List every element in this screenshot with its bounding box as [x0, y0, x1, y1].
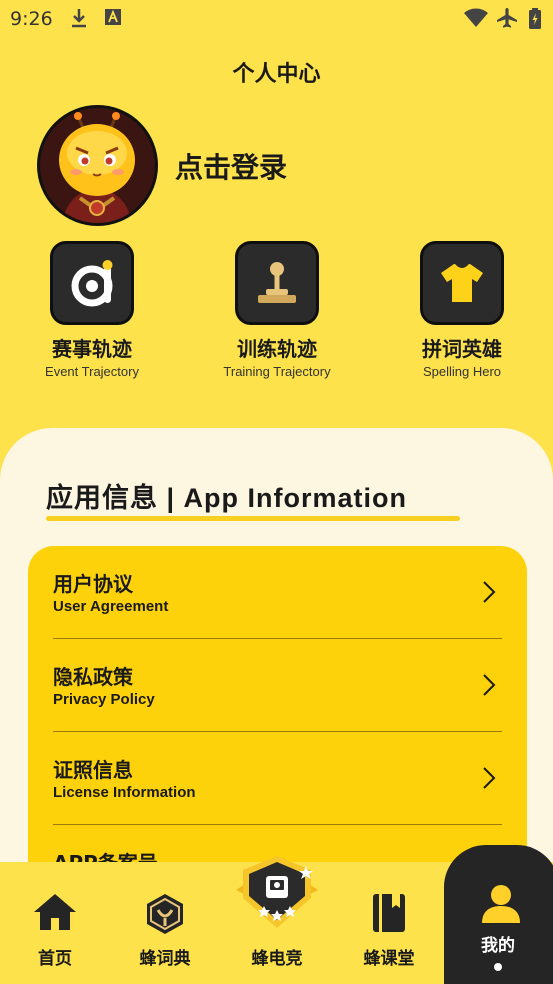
- menu-item-privacy-policy[interactable]: 隐私政策 Privacy Policy: [53, 639, 502, 732]
- esports-icon: [236, 856, 318, 928]
- status-bar: 9:26: [0, 0, 553, 38]
- quick-action-training[interactable]: 训练轨迹 Training Trajectory: [202, 241, 352, 379]
- nav-label: 首页: [38, 949, 72, 969]
- quick-action-event-label: 赛事轨迹: [52, 337, 132, 361]
- nav-home[interactable]: 首页: [0, 862, 110, 984]
- wifi-icon: [464, 8, 488, 27]
- chevron-right-icon: [483, 581, 496, 603]
- person-icon: [482, 885, 520, 923]
- dictionary-icon: [147, 894, 183, 934]
- nav-label: 蜂课堂: [363, 949, 415, 969]
- nav-label: 我的: [481, 936, 515, 956]
- quick-action-training-label: 训练轨迹: [237, 337, 317, 361]
- quick-action-spelling-hero-label: 拼词英雄: [422, 337, 502, 361]
- menu-item-user-agreement[interactable]: 用户协议 User Agreement: [53, 546, 502, 639]
- download-icon: [72, 9, 86, 28]
- page-title: 个人中心: [232, 62, 321, 87]
- active-indicator-dot: [494, 963, 502, 971]
- nav-dictionary[interactable]: 蜂词典: [110, 862, 220, 984]
- menu-item-title: 证照信息: [53, 758, 133, 782]
- quick-action-event[interactable]: 赛事轨迹 Event Trajectory: [17, 241, 167, 379]
- menu-item-subtitle: User Agreement: [53, 598, 169, 615]
- menu-item-subtitle: License Information: [53, 784, 196, 801]
- nav-profile[interactable]: 我的: [444, 845, 553, 984]
- login-button[interactable]: 点击登录: [175, 146, 287, 186]
- chevron-right-icon: [483, 674, 496, 696]
- tshirt-icon: [420, 241, 504, 325]
- status-time: 9:26: [10, 8, 53, 30]
- book-icon: [373, 894, 405, 932]
- menu-item-subtitle: Privacy Policy: [53, 691, 155, 708]
- chevron-right-icon: [483, 767, 496, 789]
- home-icon: [34, 894, 76, 930]
- nav-label: 蜂词典: [139, 949, 191, 969]
- nav-classroom[interactable]: 蜂课堂: [334, 862, 444, 984]
- quick-action-training-sub: Training Trajectory: [223, 364, 331, 379]
- menu-item-license-information[interactable]: 证照信息 License Information: [53, 732, 502, 825]
- font-icon: [105, 9, 121, 25]
- event-icon: [50, 241, 134, 325]
- avatar[interactable]: [37, 105, 158, 226]
- section-title: 应用信息 | App Information: [46, 483, 408, 513]
- menu-item-title: 隐私政策: [53, 665, 133, 689]
- quick-action-event-sub: Event Trajectory: [45, 364, 139, 379]
- menu-item-title: 用户协议: [53, 572, 133, 596]
- section-underline: [46, 516, 460, 521]
- battery-icon: [529, 8, 541, 29]
- joystick-icon: [235, 241, 319, 325]
- nav-label: 蜂电竞: [251, 949, 303, 969]
- bee-mascot-icon: [40, 108, 155, 223]
- quick-action-spelling-hero[interactable]: 拼词英雄 Spelling Hero: [387, 241, 537, 379]
- airplane-icon: [497, 8, 517, 28]
- quick-action-spelling-hero-sub: Spelling Hero: [422, 364, 502, 379]
